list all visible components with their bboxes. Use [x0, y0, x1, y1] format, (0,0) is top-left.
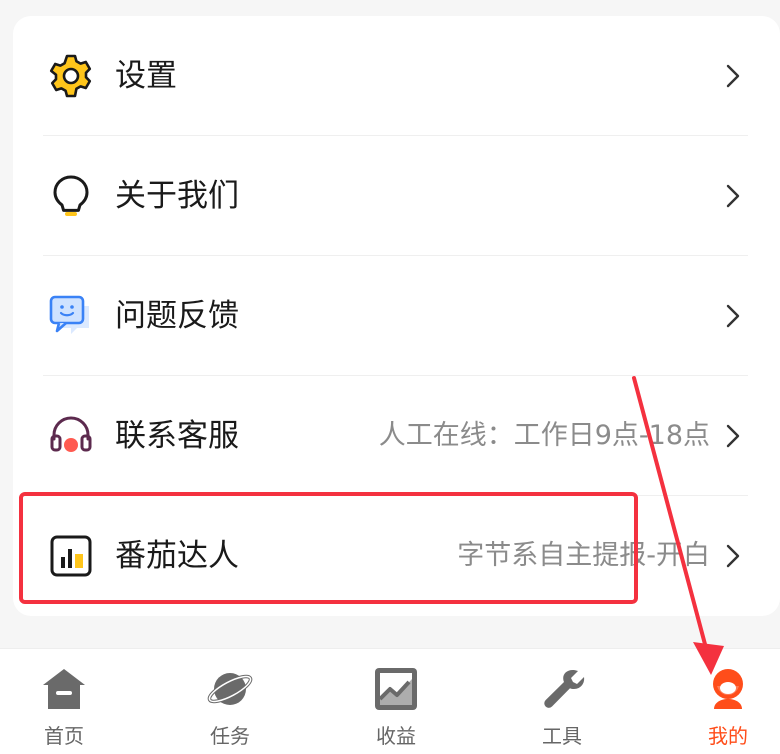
menu-item-about-us[interactable]: 关于我们 [13, 136, 780, 256]
tab-label: 我的 [708, 724, 748, 748]
wrench-icon [544, 669, 585, 708]
tab-home[interactable]: 首页 [14, 649, 114, 754]
service-hours-text: 人工在线：工作日9点-18点 [378, 420, 710, 451]
bottom-tab-bar: 首页 任务 收益 工具 我的 [0, 648, 780, 754]
chevron-right-icon [726, 424, 740, 448]
menu-item-settings[interactable]: 设置 [13, 16, 780, 136]
chevron-right-icon [726, 304, 740, 328]
profile-icon [713, 669, 743, 709]
menu-item-label: 关于我们 [115, 178, 239, 214]
headset-icon [50, 416, 92, 452]
lightbulb-icon [53, 175, 89, 216]
home-icon [43, 669, 85, 709]
chevron-right-icon [726, 184, 740, 208]
tab-label: 工具 [542, 724, 582, 748]
tab-label: 首页 [44, 724, 84, 748]
menu-item-feedback[interactable]: 问题反馈 [13, 256, 780, 376]
tab-mine[interactable]: 我的 [678, 649, 778, 754]
menu-item-label: 联系客服 [115, 418, 239, 454]
planet-icon [207, 673, 253, 705]
menu-item-label: 设置 [115, 58, 177, 94]
earnings-chart-icon [375, 668, 417, 710]
menu-item-label: 问题反馈 [115, 298, 239, 334]
tab-label: 收益 [376, 724, 416, 748]
chevron-right-icon [726, 544, 740, 568]
chevron-right-icon [726, 64, 740, 88]
menu-item-customer-service[interactable]: 联系客服 人工在线：工作日9点-18点 [13, 376, 780, 496]
tab-label: 任务 [210, 724, 250, 748]
chat-feedback-icon [49, 295, 89, 334]
tab-tasks[interactable]: 任务 [180, 649, 280, 754]
tab-earnings[interactable]: 收益 [346, 649, 446, 754]
tab-tools[interactable]: 工具 [512, 649, 612, 754]
highlight-box [19, 492, 638, 604]
gear-icon [49, 54, 92, 98]
